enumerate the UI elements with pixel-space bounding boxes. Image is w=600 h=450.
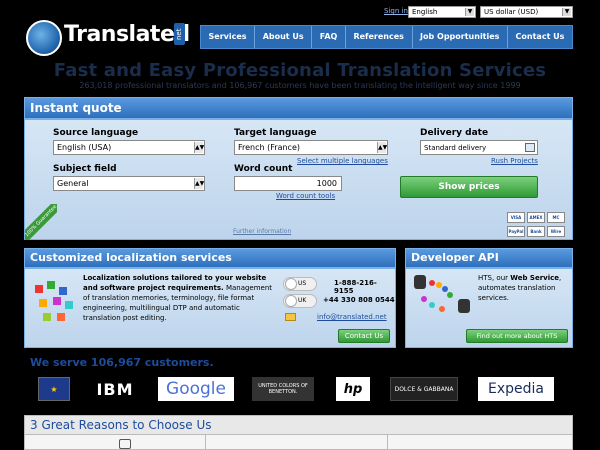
- localization-panel: Localization solutions tailored to your …: [24, 268, 396, 348]
- guarantee-badge-text: 100% Guarantee: [25, 204, 57, 240]
- reasons-title: 3 Great Reasons to Choose Us: [30, 418, 212, 432]
- amex-icon: AMEX: [527, 212, 545, 223]
- further-information-link[interactable]: Further information: [233, 228, 291, 235]
- calendar-icon[interactable]: [525, 143, 535, 152]
- instant-quote-title: Instant quote: [30, 101, 122, 115]
- source-language-value: English (USA): [57, 143, 112, 152]
- localization-description: Localization solutions tailored to your …: [83, 273, 273, 323]
- bank-icon: Bank: [527, 226, 545, 237]
- chevron-down-icon: ▲▼: [194, 142, 205, 153]
- main-nav: Services About Us FAQ References Job Opp…: [200, 25, 573, 49]
- puzzle-pieces-icon: [35, 281, 73, 321]
- subject-field-value: General: [57, 179, 89, 188]
- phone-icon: [285, 295, 297, 307]
- us-phone[interactable]: 1-888-216-9155: [334, 279, 395, 295]
- select-multiple-languages-link[interactable]: Select multiple languages: [297, 157, 388, 165]
- target-language-value: French (France): [238, 143, 300, 152]
- instant-quote-header: Instant quote: [24, 97, 573, 119]
- find-out-more-hts-button[interactable]: Find out more about HTS: [466, 329, 568, 343]
- globe-icon: [26, 20, 62, 56]
- mastercard-icon: MC: [547, 212, 565, 223]
- reason-icon: [119, 439, 131, 449]
- server-network-icon: [414, 275, 470, 313]
- nav-services[interactable]: Services: [201, 26, 256, 48]
- developer-api-description: HTS, our Web Service, automates translat…: [478, 273, 570, 303]
- chevron-down-icon: ▲▼: [377, 142, 388, 153]
- delivery-date-field[interactable]: Standard delivery: [420, 140, 538, 155]
- nav-faq[interactable]: FAQ: [312, 26, 346, 48]
- web-service-bold: Web Service: [510, 274, 560, 282]
- logo-text: Translated: [64, 22, 190, 47]
- email-link[interactable]: info@translated.net: [317, 313, 387, 321]
- uk-label: UK: [298, 297, 307, 304]
- reasons-header: 3 Great Reasons to Choose Us: [24, 415, 573, 435]
- phone-icon: [285, 278, 297, 290]
- chevron-down-icon: ▼: [562, 8, 571, 16]
- nav-contact-us[interactable]: Contact Us: [508, 26, 572, 48]
- paypal-icon: PayPal: [507, 226, 525, 237]
- payment-methods: VISA AMEX MC PayPal Bank Wire: [507, 212, 571, 238]
- subject-field-select[interactable]: General ▲▼: [53, 176, 205, 191]
- word-count-label: Word count: [234, 164, 293, 174]
- language-select-value: English: [412, 8, 438, 16]
- nav-about-us[interactable]: About Us: [255, 26, 313, 48]
- instant-quote-form: Source language English (USA) ▲▼ Target …: [24, 119, 573, 240]
- subject-field-label: Subject field: [53, 164, 117, 174]
- word-count-input[interactable]: 1000: [234, 176, 342, 191]
- customers-title: We serve 106,967 customers.: [30, 356, 214, 369]
- developer-api-panel: HTS, our Web Service, automates translat…: [405, 268, 573, 348]
- dolce-gabbana-logo: DOLCE & GABBANA: [390, 377, 458, 401]
- rush-projects-link[interactable]: Rush Projects: [491, 157, 538, 165]
- page-subheadline: 263,018 professional translators and 106…: [79, 81, 521, 90]
- chevron-down-icon: ▲▼: [194, 178, 205, 189]
- wire-transfer-icon: Wire: [547, 226, 565, 237]
- email-icon: [285, 313, 296, 321]
- delivery-date-label: Delivery date: [420, 128, 489, 138]
- guarantee-badge: 100% Guarantee: [25, 204, 57, 240]
- page-headline: Fast and Easy Professional Translation S…: [53, 60, 547, 81]
- source-language-label: Source language: [53, 128, 139, 138]
- developer-api-title: Developer API: [411, 251, 499, 264]
- sign-in-link[interactable]: Sign in: [384, 7, 408, 15]
- customer-logos: EU ★ IBM Google UNITED COLORS OF BENETTO…: [24, 377, 573, 403]
- reasons-panel: [24, 435, 573, 450]
- developer-text-a: HTS, our: [478, 274, 511, 282]
- target-language-label: Target language: [234, 128, 317, 138]
- source-language-select[interactable]: English (USA) ▲▼: [53, 140, 205, 155]
- language-select[interactable]: English ▼: [408, 6, 476, 18]
- uk-phone[interactable]: +44 330 808 0544: [323, 296, 395, 304]
- logo-suffix: net: [174, 23, 185, 45]
- developer-api-header: Developer API: [405, 248, 573, 268]
- chevron-down-icon: ▼: [465, 8, 474, 16]
- benetton-logo: UNITED COLORS OF BENETTON.: [252, 377, 314, 401]
- reason-divider: [387, 435, 388, 450]
- eu-logo: EU ★: [38, 377, 70, 401]
- site-logo[interactable]: Translated net: [26, 18, 190, 58]
- reason-divider: [205, 435, 206, 450]
- google-logo: Google: [158, 377, 234, 401]
- visa-icon: VISA: [507, 212, 525, 223]
- localization-title: Customized localization services: [30, 251, 232, 264]
- hp-logo: hp: [336, 377, 370, 401]
- show-prices-button[interactable]: Show prices: [400, 176, 538, 198]
- contact-us-button[interactable]: Contact Us: [338, 329, 390, 343]
- eu-stars-icon: ★: [50, 384, 58, 394]
- currency-select[interactable]: US dollar (USD) ▼: [480, 6, 573, 18]
- target-language-select[interactable]: French (France) ▲▼: [234, 140, 388, 155]
- nav-job-opportunities[interactable]: Job Opportunities: [413, 26, 508, 48]
- localization-header: Customized localization services: [24, 248, 396, 268]
- word-count-tools-link[interactable]: Word count tools: [276, 192, 335, 200]
- expedia-logo: Expedia: [478, 377, 554, 401]
- delivery-date-value: Standard delivery: [424, 144, 487, 152]
- currency-select-value: US dollar (USD): [484, 8, 539, 16]
- ibm-logo: IBM: [96, 379, 134, 399]
- us-label: US: [298, 280, 307, 287]
- nav-references[interactable]: References: [346, 26, 413, 48]
